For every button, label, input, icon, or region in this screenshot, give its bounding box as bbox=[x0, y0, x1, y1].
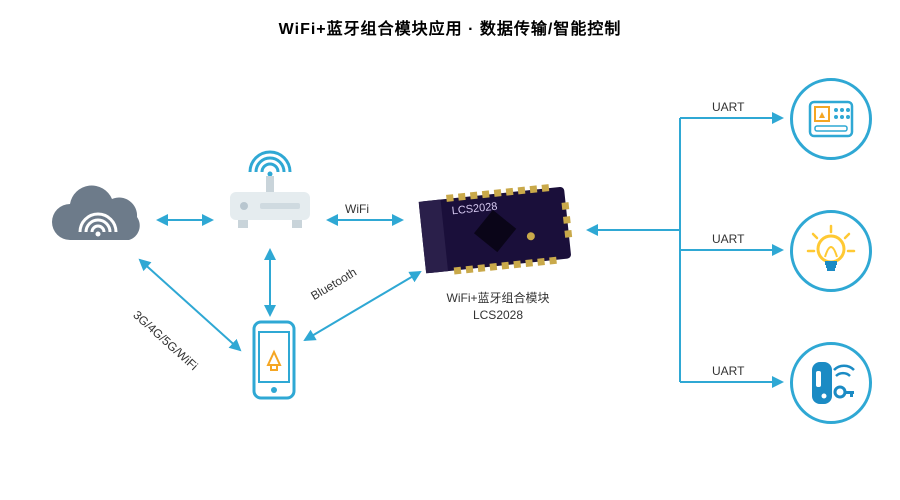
module-name-1: WiFi+蓝牙组合模块 bbox=[438, 290, 558, 307]
link-label-uart-1: UART bbox=[712, 100, 744, 114]
link-label-uart-2: UART bbox=[712, 232, 744, 246]
phone-icon bbox=[250, 320, 298, 400]
module-name-2: LCS2028 bbox=[438, 307, 558, 324]
link-label-wifi: WiFi bbox=[345, 202, 369, 216]
link-label-uart-3: UART bbox=[712, 364, 744, 378]
control-panel-icon bbox=[806, 94, 856, 144]
smart-lock-icon bbox=[804, 356, 858, 410]
module-caption: WiFi+蓝牙组合模块 LCS2028 bbox=[438, 290, 558, 324]
phone-node bbox=[250, 320, 298, 400]
diagram-title: WiFi+蓝牙组合模块应用 · 数据传输/智能控制 bbox=[279, 15, 622, 39]
device-lightbulb bbox=[790, 210, 872, 292]
module-node: LCS2028 bbox=[410, 180, 580, 280]
link-label-bluetooth: Bluetooth bbox=[308, 265, 359, 303]
cloud-node bbox=[40, 185, 150, 255]
lightbulb-icon bbox=[803, 223, 859, 279]
device-control-panel bbox=[790, 78, 872, 160]
router-node bbox=[220, 148, 320, 238]
cloud-icon bbox=[40, 185, 150, 255]
device-smart-lock bbox=[790, 342, 872, 424]
pcb-icon: LCS2028 bbox=[410, 180, 580, 280]
link-label-cellular: 3G/4G/5G/WiFi bbox=[130, 308, 200, 373]
router-icon bbox=[220, 148, 320, 238]
